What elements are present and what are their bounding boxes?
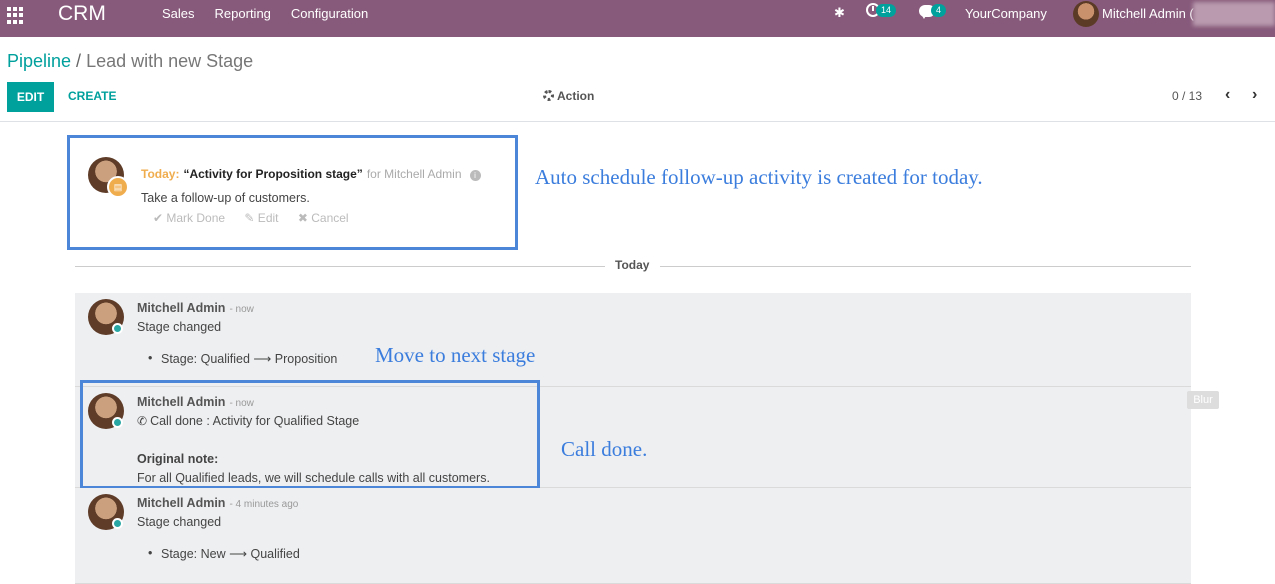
activity-header: Today: “Activity for Proposition stage” fo… bbox=[141, 167, 481, 181]
chatter-message: Mitchell Admin - now Stage changed Stage:… bbox=[75, 293, 1191, 387]
mark-done-button[interactable]: ✔ Mark Done bbox=[153, 211, 225, 225]
breadcrumb-separator: / bbox=[76, 51, 82, 71]
apps-menu-icon[interactable] bbox=[7, 7, 24, 24]
message-body: Stage changed bbox=[137, 515, 222, 529]
blurred-region bbox=[1193, 2, 1275, 26]
annotation-call-done: Call done. bbox=[561, 437, 648, 461]
info-icon[interactable]: i bbox=[469, 170, 481, 181]
create-button[interactable]: CREATE bbox=[68, 89, 116, 103]
user-avatar[interactable] bbox=[1073, 1, 1099, 27]
activity-type-icon: ▤ bbox=[107, 176, 129, 198]
chatter-message: Mitchell Admin - 4 minutes ago Stage chan… bbox=[75, 488, 1191, 584]
action-menu[interactable]: Action bbox=[543, 89, 594, 103]
message-count-badge: 4 bbox=[931, 4, 947, 17]
chevron-left-icon[interactable]: ‹ bbox=[1225, 86, 1230, 104]
activity-assignee: for Mitchell Admin bbox=[366, 167, 462, 181]
pager-value[interactable]: 0 / 13 bbox=[1172, 89, 1202, 103]
breadcrumb-pipeline[interactable]: Pipeline bbox=[7, 51, 71, 71]
blur-tag: Blur bbox=[1187, 391, 1219, 409]
breadcrumb-current: Lead with new Stage bbox=[86, 51, 254, 71]
message-body: Stage changed bbox=[137, 320, 222, 334]
app-name[interactable]: CRM bbox=[58, 2, 106, 26]
gear-icon bbox=[543, 90, 554, 101]
company-switcher[interactable]: YourCompany bbox=[965, 6, 1047, 21]
tracking-value: Stage: Qualified ⟶ Proposition bbox=[148, 351, 337, 366]
message-time: - 4 minutes ago bbox=[229, 499, 299, 510]
activity-count-badge: 14 bbox=[876, 4, 897, 17]
activity-actions: ✔ Mark Done ✎ Edit ✖ Cancel bbox=[153, 211, 365, 225]
activity-cancel-button[interactable]: ✖ Cancel bbox=[298, 211, 349, 225]
control-panel-divider bbox=[0, 121, 1275, 122]
breadcrumb: Pipeline / Lead with new Stage bbox=[7, 51, 253, 72]
menu-item-configuration[interactable]: Configuration bbox=[291, 6, 368, 21]
separator-line bbox=[660, 266, 1191, 267]
highlight-call-done bbox=[80, 380, 540, 489]
action-label: Action bbox=[557, 89, 595, 103]
online-status-dot bbox=[112, 518, 123, 529]
main-menu: Sales Reporting Configuration bbox=[162, 6, 388, 21]
planned-activity: ▤ Today: “Activity for Proposition stage”… bbox=[67, 135, 518, 250]
top-navbar: CRM Sales Reporting Configuration ✱ 14 4… bbox=[0, 0, 1275, 37]
annotation-auto-schedule: Auto schedule follow-up activity is crea… bbox=[535, 165, 983, 189]
bug-icon[interactable]: ✱ bbox=[834, 5, 845, 21]
tracking-value: Stage: New ⟶ Qualified bbox=[148, 546, 300, 561]
user-menu[interactable]: Mitchell Admin ( bbox=[1102, 6, 1194, 21]
author-name[interactable]: Mitchell Admin bbox=[137, 496, 225, 510]
activity-title: “Activity for Proposition stage” bbox=[183, 167, 363, 181]
activity-today-label: Today: bbox=[141, 167, 180, 181]
activity-edit-button[interactable]: ✎ Edit bbox=[244, 211, 278, 225]
chevron-right-icon[interactable]: › bbox=[1252, 86, 1257, 104]
message-time: - now bbox=[229, 304, 254, 315]
activity-note: Take a follow-up of customers. bbox=[141, 191, 310, 205]
separator-line bbox=[75, 266, 605, 267]
annotation-move-stage: Move to next stage bbox=[375, 343, 536, 367]
message-author: Mitchell Admin - 4 minutes ago bbox=[137, 496, 298, 510]
menu-item-reporting[interactable]: Reporting bbox=[215, 6, 271, 21]
online-status-dot bbox=[112, 323, 123, 334]
message-author: Mitchell Admin - now bbox=[137, 301, 254, 315]
edit-button[interactable]: EDIT bbox=[7, 82, 54, 112]
author-name[interactable]: Mitchell Admin bbox=[137, 301, 225, 315]
menu-item-sales[interactable]: Sales bbox=[162, 6, 195, 21]
date-separator: Today bbox=[615, 258, 650, 272]
